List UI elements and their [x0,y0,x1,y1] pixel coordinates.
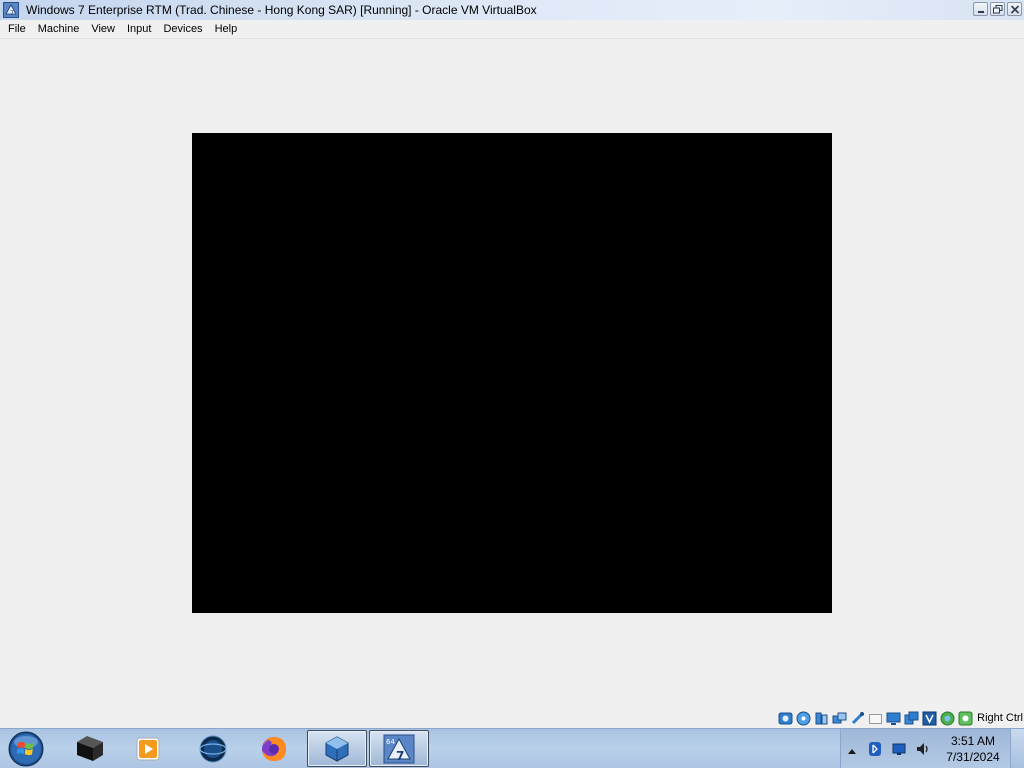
taskbar-virtualbox[interactable] [307,730,367,767]
minimize-icon[interactable] [973,2,988,16]
vm-badge-label: 64 [386,738,395,746]
taskbar-browser[interactable] [183,730,243,767]
restore-icon[interactable] [990,2,1005,16]
taskbar-windows7-vm[interactable]: 7 64 [369,730,429,767]
start-button[interactable] [6,730,46,768]
windows7-vm-icon: 7 64 [383,734,415,763]
svg-text:7: 7 [10,10,14,17]
menu-file[interactable]: File [2,20,32,39]
menu-view[interactable]: View [85,20,121,39]
virtualbox-app-icon[interactable]: 7 [3,2,19,18]
recording-icon[interactable] [904,711,919,726]
window-controls [973,2,1022,16]
mouse-integration-icon[interactable] [958,711,973,726]
firefox-icon [262,736,286,761]
system-tray: 3:51 AM 7/31/2024 [840,729,1010,768]
virtualization-icon[interactable] [940,711,955,726]
hard-disk-icon[interactable] [778,711,793,726]
usb-icon[interactable] [850,711,865,726]
display-icon[interactable] [886,711,901,726]
vm-display[interactable] [192,133,832,613]
network-icon[interactable] [832,711,847,726]
svg-text:7: 7 [396,749,404,763]
cpu-icon[interactable] [922,711,937,726]
browser-globe-icon [199,735,227,762]
taskbar: 7 64 3:51 AM 7/31/2024 [0,728,1024,768]
close-icon[interactable] [1007,2,1022,16]
title-bar: 7 Windows 7 Enterprise RTM (Trad. Chines… [0,0,1024,20]
clock-time: 3:51 AM [950,734,996,748]
taskbar-media-player[interactable] [118,730,178,767]
menu-bar: File Machine View Input Devices Help [0,20,1024,39]
window-title: Windows 7 Enterprise RTM (Trad. Chinese … [26,3,537,17]
menu-input[interactable]: Input [121,20,157,39]
vm-status-bar: Right Ctrl [0,708,1024,728]
optical-drive-icon[interactable] [796,711,811,726]
audio-icon[interactable] [814,711,829,726]
bluetooth-icon[interactable] [867,741,883,757]
taskbar-firefox[interactable] [244,730,304,767]
clock-date: 7/31/2024 [946,750,1000,764]
clock[interactable]: 3:51 AM 7/31/2024 [937,733,1009,765]
media-player-icon [136,737,160,760]
menu-devices[interactable]: Devices [157,20,208,39]
virtualbox-icon [325,735,349,762]
volume-icon[interactable] [915,741,931,757]
terminal-icon [77,735,103,761]
host-key-label: Right Ctrl [977,712,1023,724]
show-hidden-icons-arrow[interactable] [848,745,856,757]
taskbar-terminal[interactable] [59,730,119,767]
menu-help[interactable]: Help [209,20,244,39]
start-orb-icon [8,731,44,767]
network-tray-icon[interactable] [891,741,907,757]
menu-machine[interactable]: Machine [32,20,86,39]
show-desktop-button[interactable] [1010,729,1024,768]
shared-folders-icon[interactable] [868,711,883,726]
